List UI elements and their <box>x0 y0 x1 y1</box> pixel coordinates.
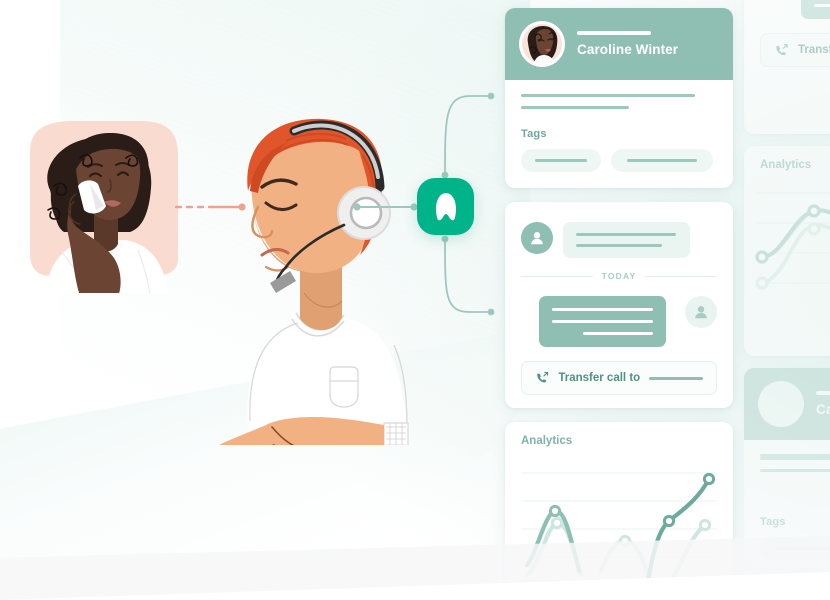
contact-detail-line-1 <box>521 94 695 97</box>
tag-pill[interactable] <box>521 149 601 172</box>
conversation-card-body: TODAY Transfer call to <box>505 202 733 408</box>
offscreen-analytics-title: Analytics <box>760 159 812 171</box>
today-label: TODAY <box>601 271 637 281</box>
person-icon <box>695 306 707 319</box>
conversation-card: TODAY Transfer call to <box>505 202 733 408</box>
tags-label: Tags <box>521 128 547 140</box>
contact-name: Caroline Winter <box>577 42 679 57</box>
outgoing-bubble <box>539 296 666 347</box>
offscreen-transfer-button[interactable]: Transfe <box>760 33 830 67</box>
offscreen-name-placeholder <box>816 391 830 395</box>
aircall-logo-icon <box>435 192 456 220</box>
analytics-title: Analytics <box>521 435 573 447</box>
aircall-logo-badge[interactable] <box>417 178 474 235</box>
avatar[interactable] <box>519 21 565 67</box>
tag-value <box>535 159 587 162</box>
offscreen-avatar <box>758 381 804 427</box>
offscreen-contact-header: Ca <box>744 368 830 440</box>
offscreen-detail-line-3 <box>760 469 830 472</box>
contact-card: Caroline Winter Tags <box>505 8 733 188</box>
person-icon <box>531 232 543 245</box>
offscreen-analytics-card: Analytics <box>744 146 830 356</box>
contact-name-placeholder <box>577 31 651 35</box>
customer-illustration <box>30 121 178 293</box>
transfer-call-button[interactable]: Transfer call to <box>521 361 717 395</box>
illustration-canvas: Transfe Analytics Ca <box>0 0 830 600</box>
tag-pill[interactable] <box>611 149 713 172</box>
caroline-avatar-icon <box>522 24 562 64</box>
message-incoming <box>521 218 717 258</box>
phone-forward-icon <box>537 371 549 383</box>
transfer-target-field[interactable] <box>649 376 703 380</box>
incoming-line-1 <box>576 233 676 236</box>
contact-card-header: Caroline Winter <box>505 8 733 80</box>
transfer-call-label: Transfer call to <box>558 372 641 384</box>
incoming-bubble <box>563 222 690 258</box>
outgoing-line-2 <box>552 320 653 323</box>
contact-card-body: Tags <box>505 80 733 188</box>
offscreen-contact-name: Ca <box>816 402 830 417</box>
offscreen-detail-line-2 <box>760 457 830 460</box>
incoming-line-2 <box>576 244 662 247</box>
outgoing-line-3 <box>583 332 653 335</box>
contact-avatar-icon <box>521 222 553 254</box>
offscreen-transfer-label: Transfe <box>798 44 830 56</box>
phone-forward-icon <box>776 43 788 55</box>
offscreen-conversation-card: Transfe <box>744 0 830 134</box>
contact-detail-line-2 <box>521 106 629 109</box>
today-divider: TODAY <box>521 271 718 281</box>
offscreen-analytics-chart <box>755 192 830 290</box>
agent-avatar-icon <box>685 296 717 328</box>
agent-illustration <box>218 118 409 445</box>
tags-list <box>521 149 717 172</box>
message-outgoing <box>521 292 717 347</box>
tag-value <box>627 159 697 162</box>
outgoing-line-1 <box>552 308 653 311</box>
offscreen-tags-label: Tags <box>760 516 786 528</box>
